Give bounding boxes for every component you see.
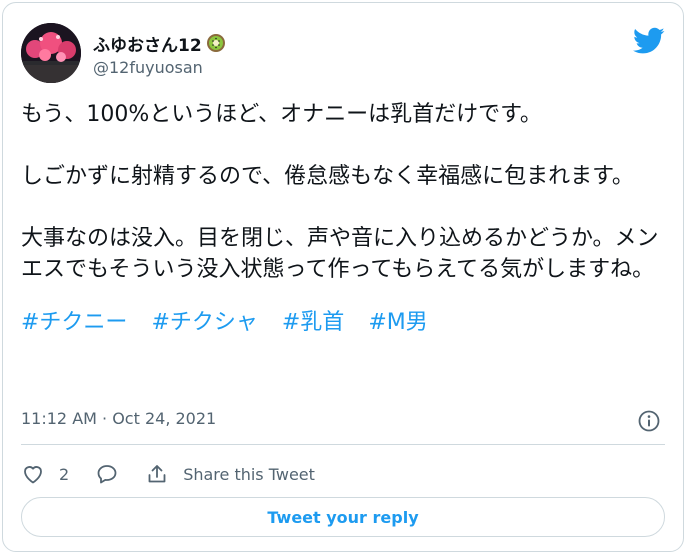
heart-icon <box>24 466 42 484</box>
tweet-paragraph: もう、100%というほど、オナニーは乳首だけです。 <box>21 102 542 127</box>
kiwi-emoji-icon <box>206 33 226 53</box>
author-display-name[interactable]: ふゆおさん12 <box>93 31 202 56</box>
share-upload-icon <box>148 465 166 483</box>
hashtag-link[interactable]: #M男 <box>368 307 427 338</box>
info-circle-icon[interactable] <box>637 409 661 433</box>
avatar[interactable] <box>21 23 81 83</box>
tweet-paragraph: 大事なのは没入。目を閉じ、声や音に入り込めるかどうか。メンエスでもそういう没入状… <box>21 226 659 282</box>
tweet-text: もう、100%というほど、オナニーは乳首だけです。 しごかずに射精するので、倦怠… <box>21 99 661 338</box>
hashtag-link[interactable]: #チクニー <box>21 307 127 338</box>
reply-button[interactable] <box>95 462 119 486</box>
hashtag-list: #チクニー #チクシャ #乳首 #M男 <box>21 307 661 338</box>
author-handle[interactable]: @12fuyuosan <box>93 58 226 77</box>
avatar-photo-icon <box>21 23 81 83</box>
tweet-timestamp[interactable]: 11:12 AM · Oct 24, 2021 <box>21 409 216 428</box>
hashtag-link[interactable]: #乳首 <box>282 307 344 338</box>
tweet-author: ふゆおさん12 @12fuyuosan <box>93 31 226 77</box>
share-label: Share this Tweet <box>183 464 315 484</box>
share-button[interactable]: Share this Tweet <box>145 462 315 486</box>
twitter-bird-icon[interactable] <box>633 27 665 55</box>
speech-bubble-icon <box>97 465 117 484</box>
like-count: 2 <box>59 464 70 484</box>
like-button[interactable]: 2 <box>21 462 69 486</box>
tweet-card: ふゆおさん12 @12fuyuosan もう、100%というほど、オナニーは乳首… <box>2 2 684 552</box>
tweet-actions: 2 Share this Tweet <box>21 459 341 489</box>
hashtag-link[interactable]: #チクシャ <box>151 307 257 338</box>
divider <box>21 444 665 445</box>
tweet-reply-button[interactable]: Tweet your reply <box>21 497 665 537</box>
tweet-paragraph: しごかずに射精するので、倦怠感もなく幸福感に包まれます。 <box>21 164 634 189</box>
author-name-row: ふゆおさん12 <box>93 31 226 56</box>
